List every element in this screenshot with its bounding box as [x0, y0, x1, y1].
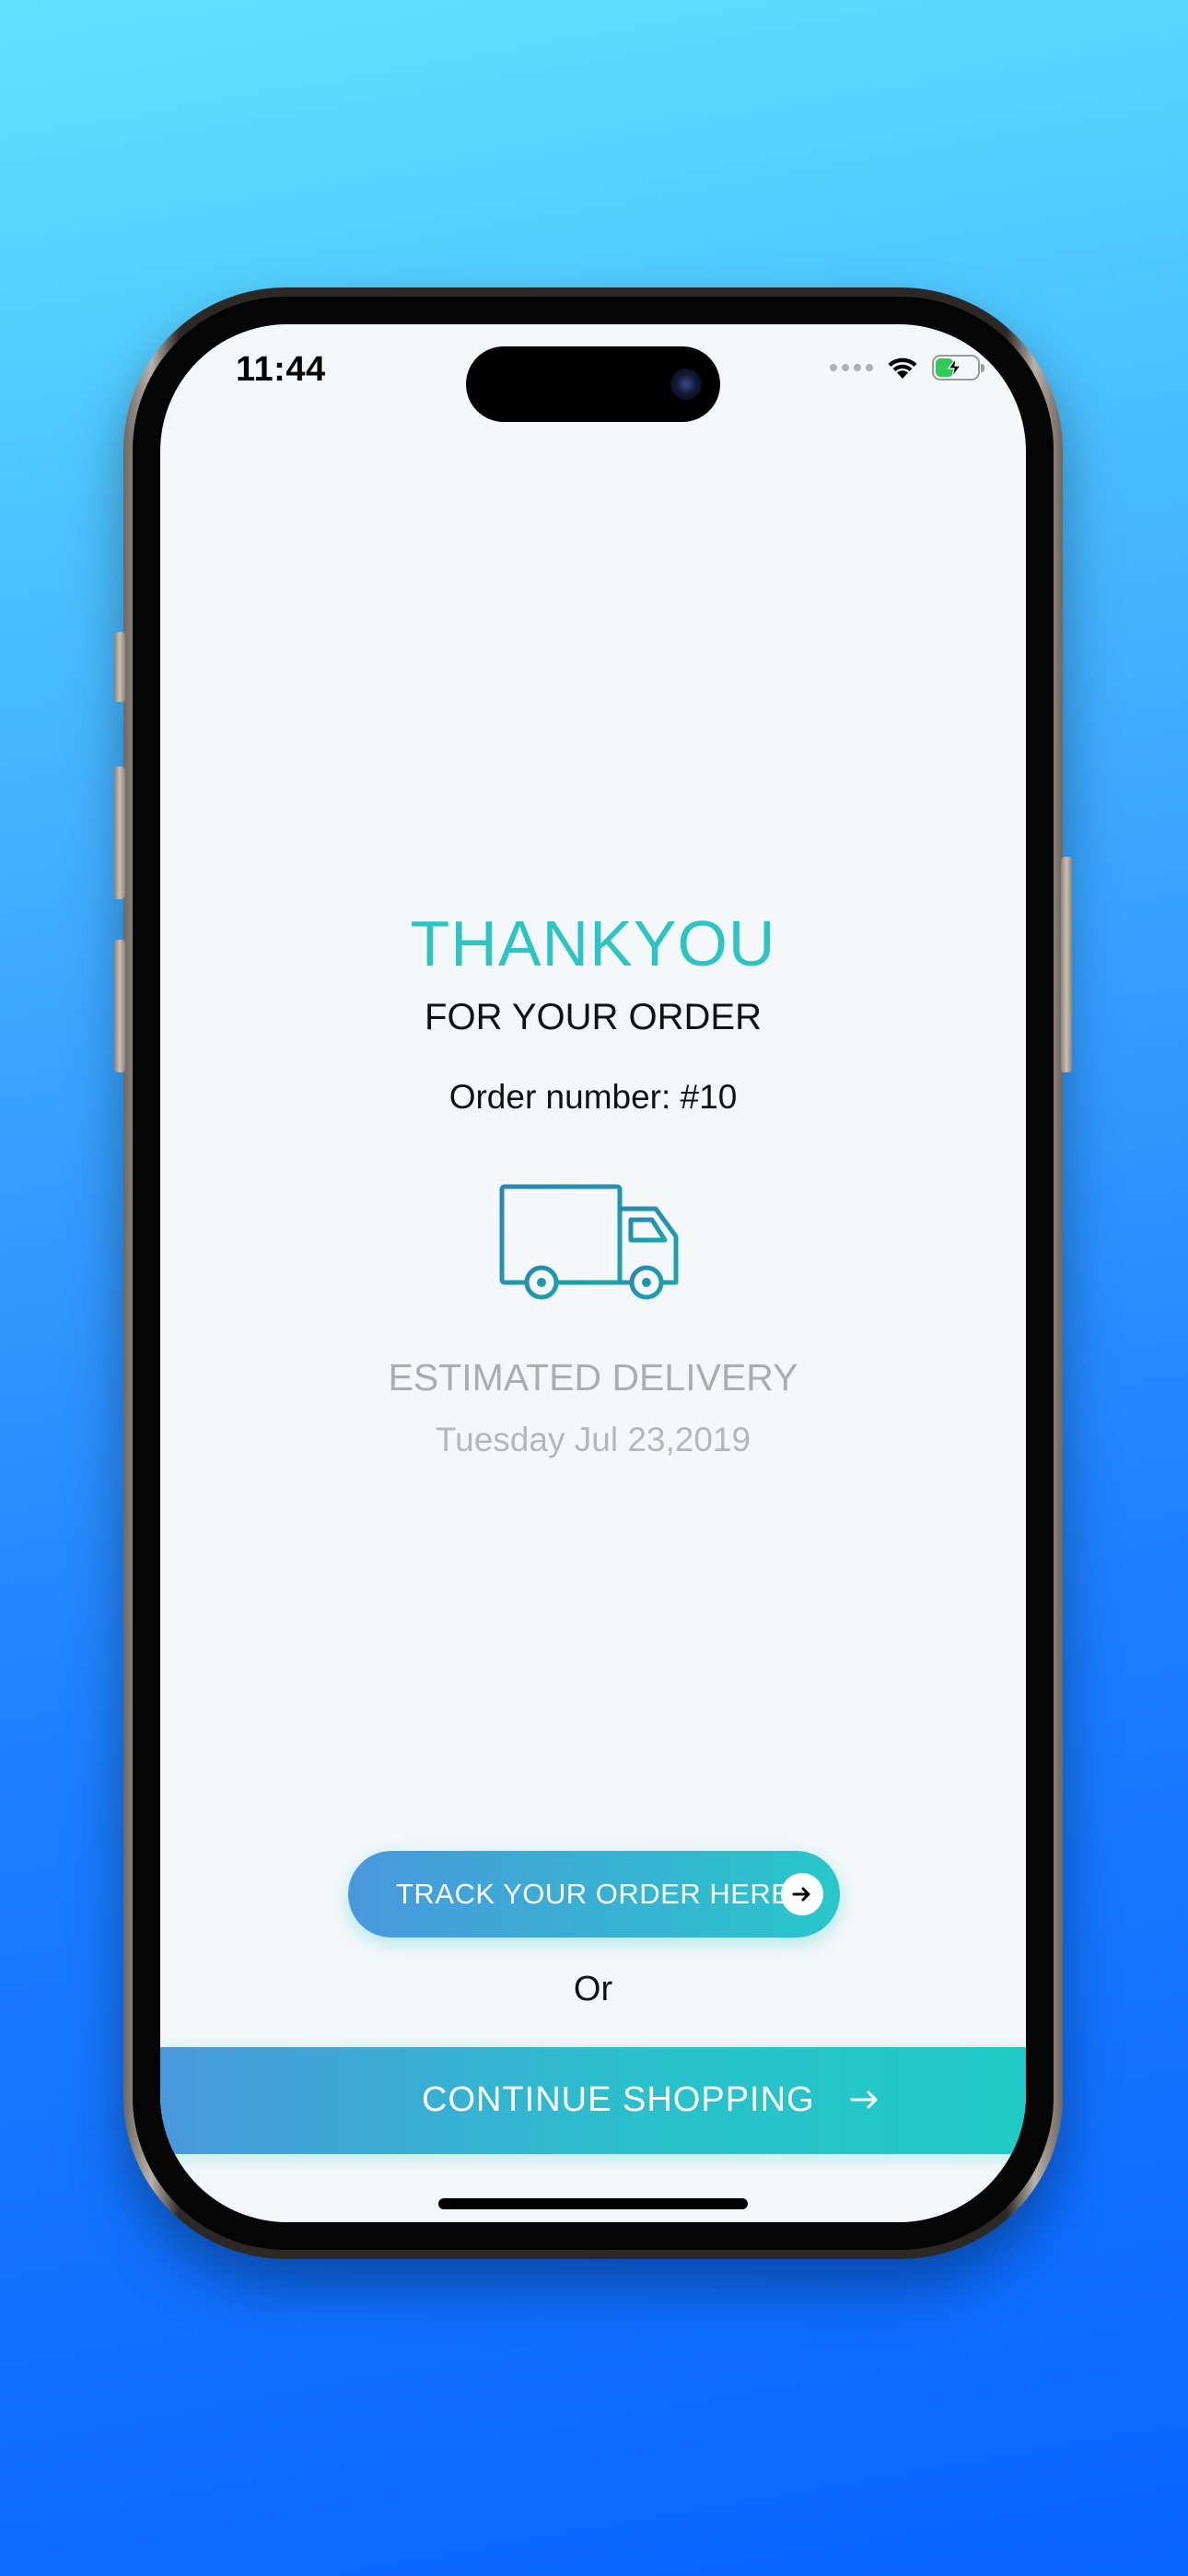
action-button: [114, 632, 125, 702]
status-bar: 11:44: [160, 324, 1026, 426]
volume-up-button: [114, 767, 125, 899]
status-icons: [830, 354, 984, 381]
status-time: 11:44: [236, 350, 326, 389]
continue-shopping-button[interactable]: CONTINUE SHOPPING: [160, 2047, 1026, 2154]
delivery-truck-icon: [499, 1173, 681, 1303]
estimated-delivery-date: Tuesday Jul 23,2019: [435, 1421, 751, 1458]
thank-you-title: THANKYOU: [410, 907, 776, 979]
power-button: [1061, 857, 1072, 1072]
order-number: Order number: #10: [448, 1078, 738, 1116]
home-indicator[interactable]: [438, 2198, 748, 2209]
front-camera: [670, 369, 702, 400]
app-screen: 11:44 THANKYOU FOR YOUR ORDER Order numb…: [160, 324, 1026, 2222]
track-order-button[interactable]: TRACK YOUR ORDER HERE: [348, 1851, 840, 1938]
battery-icon: [932, 355, 984, 381]
continue-shopping-label: CONTINUE SHOPPING: [422, 2080, 815, 2119]
dynamic-island: [466, 346, 720, 422]
wifi-icon: [888, 357, 917, 379]
track-arrow-badge: [781, 1873, 823, 1915]
battery-terminal: [981, 364, 984, 372]
arrow-right-icon: [850, 2090, 878, 2109]
track-order-label: TRACK YOUR ORDER HERE: [396, 1878, 791, 1910]
charging-bolt-icon: [947, 357, 962, 378]
volume-down-button: [114, 940, 125, 1072]
or-divider-text: Or: [573, 1970, 613, 2008]
estimated-delivery-label: ESTIMATED DELIVERY: [388, 1356, 798, 1399]
order-subtitle: FOR YOUR ORDER: [425, 997, 762, 1037]
cellular-signal-icon: [830, 364, 873, 371]
arrow-right-icon: [792, 1887, 810, 1902]
